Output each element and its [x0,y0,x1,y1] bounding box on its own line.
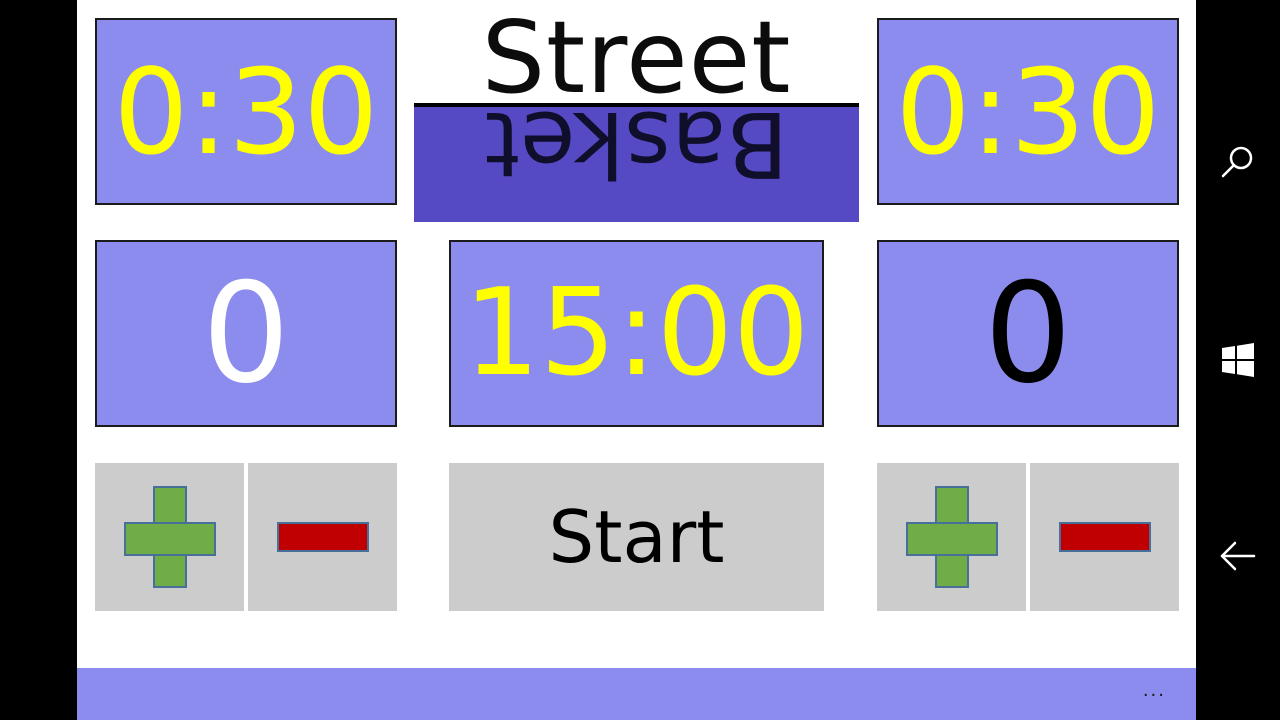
plus-icon [905,486,998,588]
right-score[interactable]: 0 [877,240,1179,427]
left-possession-timer-text: 0:30 [113,42,379,181]
plus-icon [123,486,216,588]
more-options-button[interactable]: ... [1143,680,1166,701]
navigation-bar [1196,0,1280,720]
left-minus-button[interactable] [248,463,397,611]
app-bar: ... [77,668,1196,720]
left-score[interactable]: 0 [95,240,397,427]
left-plus-button[interactable] [95,463,244,611]
game-clock-text: 15:00 [463,263,810,403]
minus-icon [276,522,369,552]
logo-top-word: Street [481,0,792,116]
game-clock[interactable]: 15:00 [449,240,824,427]
street-basket-logo: Basket Street [414,0,859,222]
scoreboard-app: 0:30 Basket Street 0:30 0 15:00 0 Start [77,0,1196,720]
back-icon[interactable] [1196,516,1280,596]
left-possession-timer[interactable]: 0:30 [95,18,397,205]
right-minus-button[interactable] [1030,463,1179,611]
right-score-text: 0 [984,252,1072,414]
minus-icon [1058,522,1151,552]
left-score-text: 0 [202,252,290,414]
right-plus-button[interactable] [877,463,1026,611]
start-button[interactable]: Start [449,463,824,611]
right-possession-timer-text: 0:30 [895,42,1161,181]
left-bezel [0,0,77,720]
search-icon[interactable] [1196,122,1280,202]
right-possession-timer[interactable]: 0:30 [877,18,1179,205]
windows-icon[interactable] [1196,320,1280,400]
start-button-label: Start [548,495,725,579]
